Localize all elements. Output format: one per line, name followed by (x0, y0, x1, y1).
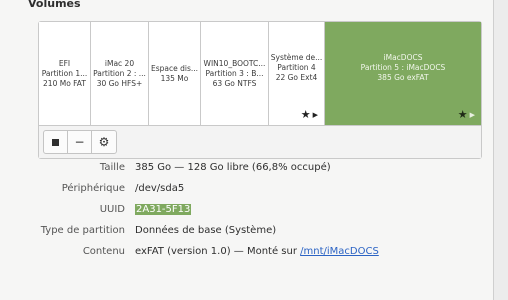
partition-size: 22 Go Ext4 (275, 72, 318, 82)
size-value: 385 Go — 128 Go libre (66,8% occupé) (135, 162, 331, 173)
mount-indicator: ★ ▶ (301, 108, 318, 121)
gears-icon: ⚙ (98, 135, 110, 149)
detail-device-row: Périphérique /dev/sda5 (0, 183, 490, 199)
stop-icon (52, 138, 59, 146)
mount-point-link[interactable]: /mnt/iMacDOCS (300, 246, 379, 257)
detail-partition-type-row: Type de partition Données de base (Systè… (0, 225, 490, 241)
delete-partition-button[interactable]: − (68, 131, 92, 153)
partition-size: 385 Go exFAT (377, 72, 429, 82)
content-text: exFAT (version 1.0) — Monté sur (135, 246, 301, 257)
window-edge (493, 0, 508, 300)
partition-name: Espace dis... (150, 63, 199, 73)
partition-win10[interactable]: WIN10_BOOTC... Partition 3 : B... 63 Go … (201, 22, 269, 125)
partition-size: 30 Go HFS+ (96, 78, 143, 88)
device-value: /dev/sda5 (135, 183, 185, 194)
partition-number: Partition 4 (277, 62, 316, 72)
volume-toolbar: − ⚙ (39, 125, 481, 158)
partition-imac20[interactable]: iMac 20 Partition 2 : ... 30 Go HFS+ (91, 22, 149, 125)
uuid-value[interactable]: 2A31-5F13 (135, 204, 192, 215)
partition-free-space[interactable]: Espace dis... 135 Mo (149, 22, 201, 125)
partition-type-value: Données de base (Système) (135, 225, 277, 236)
partition-name: Système de... (270, 52, 323, 62)
detail-uuid-row: UUID 2A31-5F13 (0, 204, 490, 220)
partition-number: Partition 2 : ... (93, 68, 146, 78)
star-icon: ★ (457, 108, 468, 121)
more-actions-button[interactable]: ⚙ (92, 131, 116, 153)
star-icon: ★ (300, 108, 311, 121)
toolbar-button-group: − ⚙ (43, 130, 117, 154)
minus-icon: − (74, 135, 85, 149)
partition-name: iMacDOCS (383, 52, 423, 62)
partition-number: Partition 1... (41, 68, 88, 78)
partition-name: iMac 20 (104, 58, 135, 68)
partition-size: 210 Mo FAT (43, 78, 86, 88)
play-icon: ▶ (312, 110, 318, 119)
partition-bar: EFI Partition 1... 210 Mo FAT iMac 20 Pa… (39, 22, 481, 125)
partition-type-label: Type de partition (40, 225, 125, 236)
detail-content-row: Contenu exFAT (version 1.0) — Monté sur … (0, 246, 490, 262)
device-label: Périphérique (61, 183, 125, 194)
content-label: Contenu (82, 246, 125, 257)
partition-size: 135 Mo (160, 73, 189, 83)
play-icon: ▶ (469, 110, 475, 119)
volumes-grid: EFI Partition 1... 210 Mo FAT iMac 20 Pa… (38, 21, 482, 159)
partition-number: Partition 3 : B... (205, 68, 264, 78)
content-value: exFAT (version 1.0) — Monté sur /mnt/iMa… (135, 246, 379, 257)
mount-indicator: ★ ▶ (458, 108, 475, 121)
section-title: Volumes (28, 0, 81, 10)
partition-system[interactable]: Système de... Partition 4 22 Go Ext4 ★ ▶ (269, 22, 325, 125)
partition-size: 63 Go NTFS (212, 78, 257, 88)
uuid-label: UUID (99, 204, 125, 215)
partition-name: WIN10_BOOTC... (203, 58, 266, 68)
uuid-selection[interactable]: 2A31-5F13 (135, 204, 192, 215)
size-label: Taille (99, 162, 125, 173)
partition-efi[interactable]: EFI Partition 1... 210 Mo FAT (39, 22, 91, 125)
partition-number: Partition 5 : iMacDOCS (360, 62, 446, 72)
partition-name: EFI (58, 58, 71, 68)
unmount-button[interactable] (44, 131, 68, 153)
partition-imacdocs-selected[interactable]: iMacDOCS Partition 5 : iMacDOCS 385 Go e… (325, 22, 481, 125)
detail-size-row: Taille 385 Go — 128 Go libre (66,8% occu… (0, 162, 490, 178)
